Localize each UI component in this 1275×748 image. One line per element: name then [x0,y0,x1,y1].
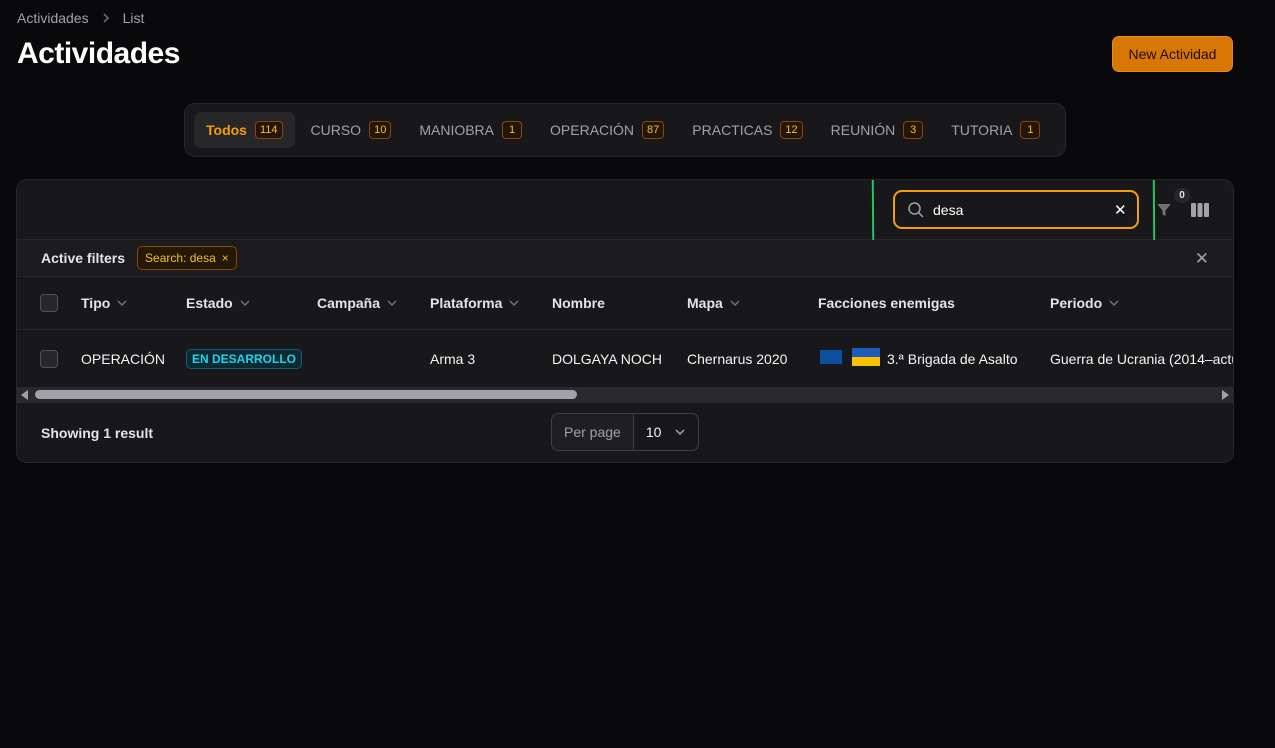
table-header: Tipo Estado Campaña Plataforma Nombre Ma… [17,277,1233,330]
column-label: Mapa [687,295,723,311]
tab-count-badge: 1 [502,121,523,139]
tab-todos[interactable]: Todos 114 [194,112,295,148]
chevron-down-icon [1108,297,1120,309]
column-label: Tipo [81,295,111,311]
cell-mapa: Chernarus 2020 [687,350,788,367]
column-label: Plataforma [430,295,503,311]
tab-count-badge: 87 [642,121,665,139]
select-all-checkbox[interactable] [40,294,58,312]
tab-count-badge: 10 [369,121,392,139]
scroll-right-icon[interactable] [1222,390,1229,400]
cell-estado: EN DESARROLLO [186,330,303,387]
row-checkbox[interactable] [40,349,58,368]
search-input[interactable] [933,201,1114,218]
flag-eu-icon [820,350,842,367]
tab-reunion[interactable]: REUNIÓN 3 [819,112,936,148]
chevron-right-icon [101,12,111,24]
horizontal-scrollbar[interactable] [17,387,1233,403]
table-row[interactable]: OPERACIÓN EN DESARROLLO Arma 3 DOLGAYA N… [17,330,1233,387]
page-title: Actividades [17,37,180,70]
tab-count-badge: 3 [903,121,924,139]
tab-label: Todos [206,122,247,138]
tab-label: TUTORIA [951,122,1013,138]
tab-label: PRACTICAS [692,122,773,138]
tab-maniobra[interactable]: MANIOBRA 1 [407,112,534,148]
result-count: Showing 1 result [41,425,154,441]
tab-label: MANIOBRA [419,122,495,138]
remove-filter-icon[interactable]: × [222,251,229,265]
tab-count-badge: 12 [780,121,803,139]
per-page-label: Per page [552,414,634,450]
column-nombre: Nombre [552,277,605,329]
tab-count-badge: 114 [254,121,283,139]
column-label: Nombre [552,295,605,311]
table-toolbar: ✕ 0 [17,180,1233,254]
breadcrumb: Actividades List [17,10,144,26]
column-mapa[interactable]: Mapa [687,277,741,329]
search-icon [907,201,925,219]
tab-tutoria[interactable]: TUTORIA 1 [939,112,1052,148]
tab-label: CURSO [310,122,362,138]
column-tipo[interactable]: Tipo [81,277,128,329]
select-all-cell [40,277,58,329]
chevron-down-icon [386,297,398,309]
active-filters-label: Active filters [41,250,126,266]
status-badge: EN DESARROLLO [186,348,303,369]
scroll-thumb[interactable] [35,390,577,399]
breadcrumb-actividades[interactable]: Actividades [17,10,89,26]
cell-nombre: DOLGAYA NOCH [552,350,662,367]
column-facciones: Facciones enemigas [818,277,955,329]
column-plataforma[interactable]: Plataforma [430,277,520,329]
column-campana[interactable]: Campaña [317,277,398,329]
tab-operacion[interactable]: OPERACIÓN 87 [538,112,676,148]
filter-count-badge: 0 [1174,188,1190,203]
column-label: Campaña [317,295,381,311]
row-select-cell [40,330,58,387]
per-page-control: Per page 10 [551,413,699,451]
cell-facciones: 3.ª Brigada de Asalto [820,330,1018,387]
cell-tipo: OPERACIÓN [81,350,166,367]
scroll-left-icon[interactable] [21,390,28,400]
new-actividad-button[interactable]: New Actividad [1112,36,1233,72]
column-label: Estado [186,295,233,311]
tab-practicas[interactable]: PRACTICAS 12 [680,112,814,148]
tab-curso[interactable]: CURSO 10 [299,112,404,148]
column-periodo[interactable]: Periodo [1050,277,1120,329]
columns-icon[interactable] [1190,201,1210,219]
cell-facciones-text: 3.ª Brigada de Asalto [887,350,1018,367]
search-box[interactable]: ✕ [893,190,1139,229]
chevron-down-icon [674,426,686,438]
chip-label: Search: desa [145,251,216,265]
tab-count-badge: 1 [1020,121,1041,139]
tabs-bar: Todos 114 CURSO 10 MANIOBRA 1 OPERACIÓN 87 P… [184,103,1066,157]
table-panel: ✕ 0 Active filters Search: desa × ✕ Tipo… [16,179,1234,463]
cell-plataforma: Arma 3 [430,350,476,367]
column-label: Facciones enemigas [818,295,955,311]
column-label: Periodo [1050,295,1103,311]
table-footer: Showing 1 result Per page 10 [17,403,1233,462]
chevron-down-icon [508,297,520,309]
cell-periodo: Guerra de Ucrania (2014–actualidad) [1050,350,1233,367]
chevron-down-icon [239,297,251,309]
search-filter-chip: Search: desa × [137,246,237,270]
tab-label: REUNIÓN [830,122,896,138]
active-filters-bar: Active filters Search: desa × ✕ [17,240,1233,277]
per-page-select[interactable]: 10 [634,414,698,450]
flag-ukraine-icon [852,348,880,369]
breadcrumb-list: List [122,10,145,26]
clear-search-icon[interactable]: ✕ [1114,201,1127,219]
per-page-value: 10 [645,424,662,440]
chevron-down-icon [116,297,128,309]
column-estado[interactable]: Estado [186,277,251,329]
chevron-down-icon [729,297,741,309]
filter-icon[interactable] [1154,200,1174,220]
tab-label: OPERACIÓN [550,122,635,138]
clear-filters-icon[interactable]: ✕ [1195,250,1209,267]
